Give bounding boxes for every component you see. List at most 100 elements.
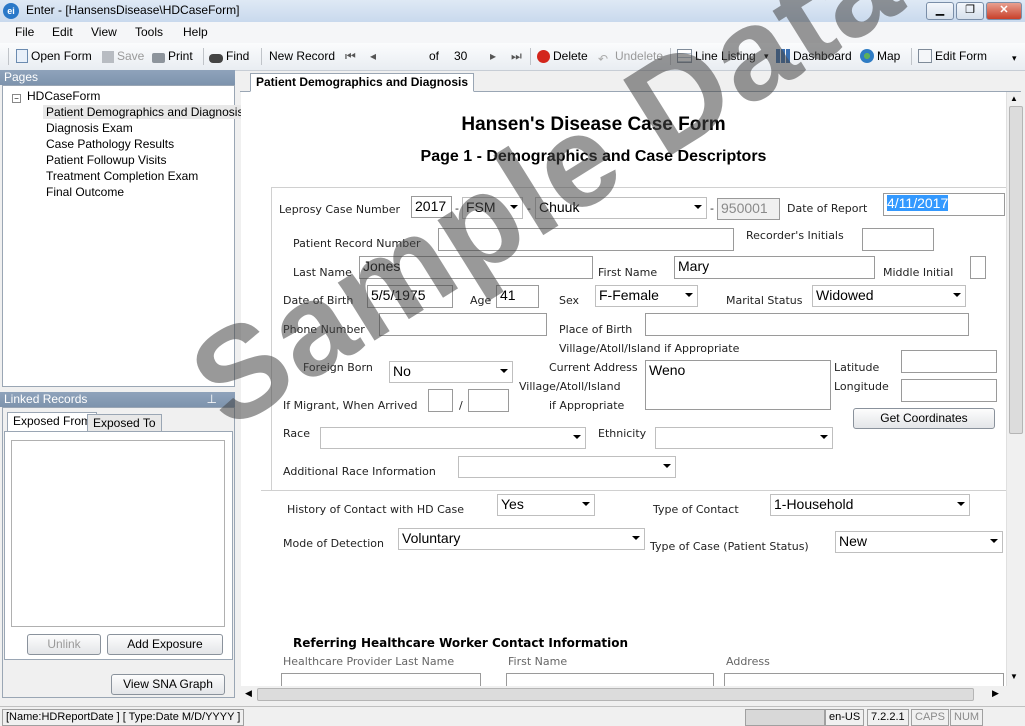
middle-initial-field[interactable] bbox=[970, 256, 986, 279]
view-sna-graph-button[interactable]: View SNA Graph bbox=[111, 674, 225, 695]
last-record-icon[interactable]: ⏭ bbox=[511, 49, 522, 64]
maximize-button[interactable]: ❐ bbox=[956, 2, 984, 20]
undelete-button[interactable]: ↶ Undelete bbox=[598, 49, 663, 66]
next-record-icon[interactable]: ▸ bbox=[490, 49, 496, 63]
record-number-field[interactable] bbox=[438, 228, 734, 251]
line-listing-dropdown-icon[interactable]: ▾ bbox=[764, 51, 769, 62]
chevron-down-icon bbox=[510, 205, 518, 209]
line-listing-button[interactable]: Line Listing bbox=[677, 49, 756, 63]
tree-expand-icon[interactable]: − bbox=[12, 90, 21, 104]
marital-status-dropdown[interactable]: Widowed bbox=[812, 285, 966, 307]
date-of-report-field[interactable]: 4/11/2017 bbox=[883, 193, 1005, 216]
migrant-month-field[interactable] bbox=[428, 389, 453, 412]
sex-dropdown[interactable]: F-Female bbox=[595, 285, 698, 307]
find-button[interactable]: Find bbox=[209, 49, 249, 63]
provider-last-label: Healthcare Provider Last Name bbox=[283, 655, 455, 668]
add-exposure-button[interactable]: Add Exposure bbox=[107, 634, 223, 655]
menu-tools[interactable]: Tools bbox=[135, 25, 163, 39]
dob-field[interactable]: 5/5/1975 bbox=[367, 285, 453, 308]
menu-edit[interactable]: Edit bbox=[52, 25, 73, 39]
open-form-button[interactable]: Open Form bbox=[16, 49, 92, 63]
print-button[interactable]: Print bbox=[152, 49, 193, 63]
provider-address-label: Address bbox=[726, 655, 770, 668]
place-of-birth-field[interactable] bbox=[645, 313, 969, 336]
close-button[interactable]: ✕ bbox=[986, 2, 1022, 20]
tree-item-patient-demographics[interactable]: Patient Demographics and Diagnosis bbox=[43, 105, 247, 119]
globe-icon bbox=[860, 49, 874, 63]
vertical-scrollbar[interactable]: ▲ ▼ bbox=[1006, 92, 1023, 686]
migrant-label: If Migrant, When Arrived bbox=[283, 399, 418, 412]
provider-address-field[interactable] bbox=[724, 673, 1004, 686]
scroll-left-icon[interactable]: ◀ bbox=[245, 688, 252, 699]
last-name-field[interactable]: Jones bbox=[359, 256, 593, 279]
foreign-born-label: Foreign Born bbox=[303, 361, 373, 374]
dashboard-button[interactable]: Dashboard bbox=[776, 49, 852, 63]
menu-view[interactable]: View bbox=[91, 25, 117, 39]
edit-form-button[interactable]: Edit Form bbox=[918, 49, 987, 63]
tab-exposed-to[interactable]: Exposed To bbox=[87, 414, 162, 432]
toolbar-separator bbox=[670, 48, 671, 65]
menu-help[interactable]: Help bbox=[183, 25, 208, 39]
get-coordinates-button[interactable]: Get Coordinates bbox=[853, 408, 995, 429]
tree-item-patient-followup[interactable]: Patient Followup Visits bbox=[46, 153, 167, 167]
current-address-hint: if Appropriate bbox=[549, 399, 625, 412]
case-state-dropdown[interactable]: FSM bbox=[462, 197, 523, 219]
migrant-year-field[interactable] bbox=[468, 389, 509, 412]
case-serial-field: 950001 bbox=[717, 198, 780, 220]
referring-header: Referring Healthcare Worker Contact Info… bbox=[293, 636, 629, 650]
exposed-from-list[interactable] bbox=[11, 440, 225, 627]
horizontal-scroll-thumb[interactable] bbox=[257, 688, 974, 701]
horizontal-scrollbar[interactable]: ◀ ▶ bbox=[241, 686, 1006, 702]
chevron-down-icon bbox=[582, 502, 590, 506]
group-border-left bbox=[271, 187, 272, 490]
unlink-button[interactable]: Unlink bbox=[27, 634, 101, 655]
menu-file[interactable]: File bbox=[15, 25, 34, 39]
provider-first-field[interactable] bbox=[506, 673, 714, 686]
type-case-dropdown[interactable]: New bbox=[835, 531, 1003, 553]
history-contact-dropdown[interactable]: Yes bbox=[497, 494, 595, 516]
toolbar-separator bbox=[261, 48, 262, 65]
bar-chart-icon bbox=[776, 49, 790, 63]
case-state-value: FSM bbox=[466, 199, 496, 215]
scroll-up-icon[interactable]: ▲ bbox=[1010, 94, 1018, 103]
toolbar-overflow-icon[interactable]: ▾ bbox=[1012, 53, 1017, 64]
provider-last-field[interactable] bbox=[281, 673, 481, 686]
current-address-field[interactable]: Weno bbox=[645, 360, 831, 410]
latitude-field[interactable] bbox=[901, 350, 997, 373]
tab-patient-demographics[interactable]: Patient Demographics and Diagnosis bbox=[250, 73, 475, 92]
new-record-button[interactable]: New Record bbox=[269, 49, 335, 63]
mode-detection-dropdown[interactable]: Voluntary bbox=[398, 528, 645, 550]
tree-item-final-outcome[interactable]: Final Outcome bbox=[46, 185, 124, 199]
previous-record-icon[interactable]: ◂ bbox=[370, 49, 376, 63]
pin-icon[interactable]: ⊥ bbox=[207, 392, 217, 407]
minimize-button[interactable]: ▁ bbox=[926, 2, 954, 20]
tree-item-diagnosis-exam[interactable]: Diagnosis Exam bbox=[46, 121, 133, 135]
first-record-icon[interactable]: ⏮ bbox=[345, 49, 356, 64]
phone-field[interactable] bbox=[379, 313, 547, 336]
tab-exposed-from[interactable]: Exposed From bbox=[7, 412, 98, 432]
form-title: Hansen's Disease Case Form bbox=[461, 114, 726, 135]
ethnicity-dropdown[interactable] bbox=[655, 427, 833, 449]
tree-item-case-pathology[interactable]: Case Pathology Results bbox=[46, 137, 174, 151]
first-name-field[interactable]: Mary bbox=[674, 256, 875, 279]
scroll-right-icon[interactable]: ▶ bbox=[992, 688, 999, 699]
provider-first-label: First Name bbox=[508, 655, 568, 668]
case-island-dropdown[interactable]: Chuuk bbox=[535, 197, 707, 219]
longitude-field[interactable] bbox=[901, 379, 997, 402]
delete-button[interactable]: Delete bbox=[537, 49, 588, 63]
tree-item-treatment-completion[interactable]: Treatment Completion Exam bbox=[46, 169, 198, 183]
type-contact-dropdown[interactable]: 1-Household bbox=[770, 494, 970, 516]
tree-root-hdcaseform[interactable]: HDCaseForm bbox=[27, 89, 100, 103]
recorders-initials-field[interactable] bbox=[862, 228, 934, 251]
vertical-scroll-thumb[interactable] bbox=[1009, 106, 1023, 434]
age-field[interactable]: 41 bbox=[496, 285, 539, 308]
save-button[interactable]: Save bbox=[102, 49, 144, 63]
case-year-field[interactable]: 2017 bbox=[411, 196, 452, 218]
record-number-label: Patient Record Number bbox=[293, 237, 421, 250]
foreign-born-dropdown[interactable]: No bbox=[389, 361, 513, 383]
map-button[interactable]: Map bbox=[860, 49, 900, 63]
race-dropdown[interactable] bbox=[320, 427, 586, 449]
type-contact-label: Type of Contact bbox=[653, 503, 739, 516]
additional-race-dropdown[interactable] bbox=[458, 456, 676, 478]
scroll-down-icon[interactable]: ▼ bbox=[1010, 672, 1018, 681]
